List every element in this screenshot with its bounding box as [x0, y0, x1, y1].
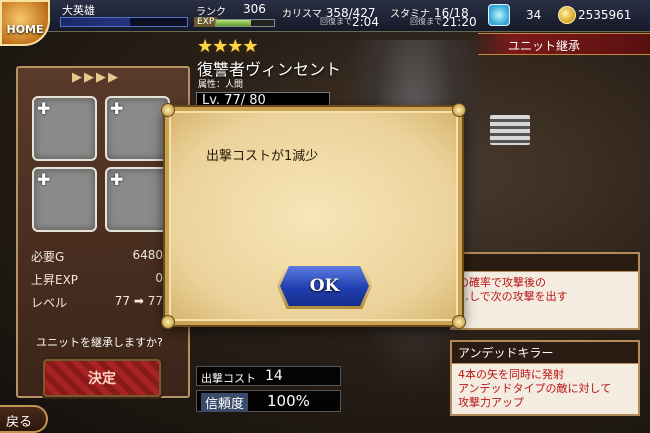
corner-ornament	[452, 315, 466, 329]
exp-label: EXP	[194, 17, 218, 27]
level-change-value: 77 ➡ 77	[114, 294, 163, 308]
screen-title: ユニット継承	[478, 33, 650, 55]
skill-panel-2: アンデッドキラー 4本の矢を同時に発射 アンデッドタイプの敵に対して 攻撃力アッ…	[450, 340, 640, 416]
plus-icon: ✚	[110, 99, 124, 118]
exp-bar	[215, 19, 275, 27]
dialog-message: 出撃コストが1減少	[206, 149, 319, 164]
charisma-recovery-label: 回復まで	[320, 17, 352, 26]
crystal-icon[interactable]	[488, 4, 510, 26]
material-slot-1[interactable]: ✚	[32, 96, 97, 161]
exp-gain-value: 0	[155, 271, 163, 285]
exp-gain-label: 上昇EXP	[31, 273, 79, 287]
decide-button[interactable]: 決定	[43, 359, 161, 397]
plus-icon: ✚	[37, 99, 51, 118]
rank-label: ランク	[196, 7, 226, 18]
skill-description: の確率で攻撃後の …しで次の攻撃を出す	[458, 276, 568, 303]
charisma-recovery-time: 2:04	[352, 15, 379, 29]
required-gold-row: 必要G 6480	[31, 248, 163, 265]
sortie-cost-value: 14	[265, 368, 283, 384]
plus-icon: ✚	[37, 170, 51, 189]
status-bar: 大英雄 ランク 306 EXP カリスマ 358/427 回復まで 2:04 スタ…	[0, 0, 650, 32]
charisma-label: カリスマ	[282, 9, 322, 20]
corner-ornament	[161, 103, 175, 117]
gold-count: 2535961	[578, 8, 632, 22]
arrow-decoration: ▶▶▶▶	[72, 70, 120, 85]
skill-name	[452, 254, 638, 272]
sortie-cost-row: 出撃コスト 14	[196, 366, 341, 386]
crystal-count: 34	[526, 8, 542, 22]
back-button[interactable]: 戻る	[0, 405, 48, 433]
name-plate	[60, 17, 188, 27]
trust-row: 信頼度 100%	[196, 390, 341, 412]
decide-label: 決定	[88, 371, 116, 387]
exp-gain-row: 上昇EXP 0	[31, 271, 163, 288]
back-label: 戻る	[6, 415, 33, 430]
ok-button[interactable]: OK	[280, 266, 369, 306]
exp-bar-fill	[216, 20, 251, 26]
message-dialog: 出撃コストが1減少 OK	[161, 103, 466, 329]
skill-description: 4本の矢を同時に発射 アンデッドタイプの敵に対して 攻撃力アップ	[458, 368, 612, 409]
material-slot-4[interactable]: ✚	[105, 167, 170, 232]
corner-ornament	[452, 103, 466, 117]
player-name: 大英雄	[62, 4, 95, 17]
skill-name: アンデッドキラー	[452, 342, 638, 364]
rarity-stars: ★★★★	[197, 36, 259, 57]
home-label: HOME	[6, 23, 44, 36]
material-slot-2[interactable]: ✚	[105, 96, 170, 161]
stamina-recovery-label: 回復まで	[410, 17, 442, 26]
rank-value: 306	[243, 2, 266, 16]
gold-coin-icon	[558, 6, 576, 24]
skill-panel-1: の確率で攻撃後の …しで次の攻撃を出す	[450, 252, 640, 330]
unit-attribute: 属性：人間	[198, 80, 244, 90]
required-gold-value: 6480	[132, 248, 163, 262]
confirm-question: ユニットを継承しますか?	[36, 336, 163, 349]
material-slot-3[interactable]: ✚	[32, 167, 97, 232]
corner-ornament	[161, 315, 175, 329]
required-gold-label: 必要G	[31, 250, 65, 264]
stamina-recovery-time: 21:20	[442, 15, 477, 29]
level-row: レベル 77 ➡ 77	[31, 294, 163, 311]
trust-value: 100%	[267, 392, 310, 410]
unit-weapon-art	[490, 115, 530, 145]
ok-label: OK	[309, 276, 340, 296]
trust-label: 信頼度	[201, 393, 249, 412]
plus-icon: ✚	[110, 170, 124, 189]
sortie-cost-label: 出撃コスト	[201, 372, 256, 385]
level-label: レベル	[31, 296, 68, 310]
